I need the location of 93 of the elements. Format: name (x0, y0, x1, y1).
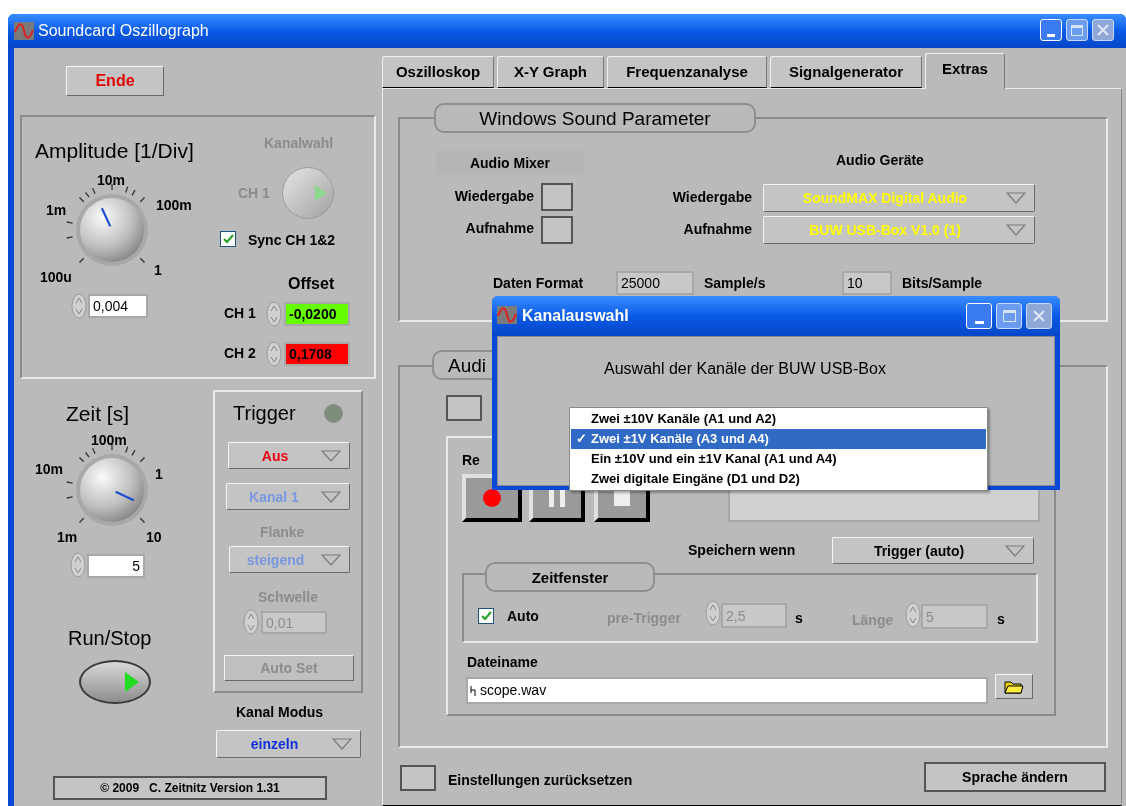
unit-label: s (997, 612, 1005, 626)
scale-label: 100m (91, 433, 127, 447)
dropdown[interactable]: einzeln (216, 730, 361, 758)
close-icon (1097, 24, 1109, 36)
number-field[interactable]: 0,004 (88, 294, 148, 318)
knob-title: Zeit [s] (66, 403, 129, 424)
toggle-button[interactable] (541, 216, 573, 244)
control-label: Dateiname (467, 655, 538, 669)
number-field[interactable]: 25000 (616, 271, 694, 295)
tab[interactable]: Frequenzanalyse (607, 56, 767, 88)
copyright-button[interactable]: © 2009 C. Zeitnitz Version 1.31 (53, 776, 327, 800)
minimize-icon (1047, 34, 1055, 37)
caret-icon (1006, 192, 1026, 204)
number-field[interactable]: 5 (87, 554, 145, 578)
caret-icon (321, 490, 341, 503)
control-label: Aufnahme (683, 222, 752, 236)
tab[interactable]: Extras (925, 53, 1005, 89)
folder-icon (1004, 679, 1024, 694)
file-path-field[interactable]: scope.wav (466, 677, 988, 704)
tab[interactable]: Oszilloskop (382, 56, 494, 88)
browse-button[interactable] (995, 674, 1033, 699)
maximize-button[interactable] (1066, 19, 1088, 41)
checkbox-label: Sync CH 1&2 (248, 233, 336, 247)
control-label: Re (462, 453, 480, 467)
scale-label: 1m (46, 203, 67, 217)
scale-label: 1m (57, 530, 78, 544)
group-title: Zeitfenster (485, 562, 655, 592)
tab[interactable]: X-Y Graph (497, 56, 604, 88)
section-heading: Audio Mixer (436, 151, 584, 175)
maximize-button[interactable] (996, 303, 1022, 329)
control-label: Speichern wenn (688, 543, 796, 557)
group-title: Windows Sound Parameter (434, 103, 756, 133)
maximize-icon (1071, 24, 1083, 36)
checkbox[interactable] (220, 231, 236, 247)
caret-icon (321, 449, 341, 462)
play-icon (315, 185, 327, 201)
group-title-text: Trigger (233, 403, 296, 423)
minimize-button[interactable] (1040, 19, 1062, 41)
scale-label: 100m (156, 198, 192, 212)
control-label: Wiedergabe (672, 190, 752, 204)
check-mark: ✓ (574, 430, 588, 449)
caret-icon (1005, 544, 1025, 557)
channel-label: CH 2 (224, 346, 256, 360)
language-button[interactable]: Sprache ändern (924, 762, 1106, 792)
caret-icon (332, 738, 352, 750)
dropdown[interactable]: Trigger (auto) (832, 537, 1034, 564)
offset-field[interactable]: -0,0200 (284, 302, 350, 326)
toggle-button[interactable] (400, 765, 436, 791)
close-button[interactable] (1092, 19, 1114, 41)
path-icon (470, 684, 477, 697)
caret-icon (321, 553, 341, 566)
minimize-icon (974, 321, 984, 324)
menu-item[interactable]: ✓ Zwei ±1V Kanäle (A3 und A4) (571, 429, 986, 449)
unit-label: Bits/Sample (902, 276, 983, 290)
checkbox[interactable] (478, 608, 494, 624)
unit-label: Sample/s (704, 276, 766, 290)
pause-icon (549, 489, 565, 507)
offset-field[interactable]: 0,1708 (284, 342, 350, 366)
section-heading: Audio Geräte (836, 153, 924, 167)
dialog-title: Kanalauswahl (522, 308, 629, 324)
window-title: Soundcard Oszillograph (38, 23, 209, 39)
scale-label: 100u (40, 270, 72, 284)
toggle-button[interactable] (446, 395, 482, 421)
scale-label: 10 (146, 530, 162, 544)
check-icon (222, 234, 234, 244)
minimize-button[interactable] (966, 303, 992, 329)
scale-label: 1 (154, 263, 162, 277)
number-field[interactable]: 10 (842, 271, 892, 295)
record-icon (483, 489, 501, 507)
scale-label: 10m (97, 173, 126, 187)
tab[interactable]: Signalgenerator (770, 56, 922, 88)
control-label: Einstellungen zurücksetzen (448, 773, 633, 787)
play-icon (125, 672, 139, 692)
scale-label: 1 (155, 467, 163, 481)
control-label: Offset (288, 276, 335, 292)
maximize-icon (1002, 310, 1016, 322)
close-icon (1033, 310, 1045, 322)
control-label: Kanal Modus (236, 705, 324, 719)
control-label: Run/Stop (68, 628, 152, 648)
dialog-message: Auswahl der Kanäle der BUW USB-Box (604, 361, 886, 377)
toggle-button[interactable] (541, 183, 573, 211)
check-icon (480, 611, 492, 621)
unit-label: s (795, 611, 803, 625)
scale-label: 10m (35, 462, 64, 476)
caret-icon (1006, 224, 1026, 236)
checkbox-label: Auto (507, 609, 539, 623)
app-icon (497, 306, 517, 324)
knob-title: Amplitude [1/Div] (35, 140, 194, 161)
control-label: Daten Format (493, 276, 584, 290)
control-label: Aufnahme (465, 221, 534, 235)
channel-label: CH 1 (224, 306, 256, 320)
app-icon (14, 22, 34, 40)
control-label: Wiedergabe (454, 189, 534, 203)
